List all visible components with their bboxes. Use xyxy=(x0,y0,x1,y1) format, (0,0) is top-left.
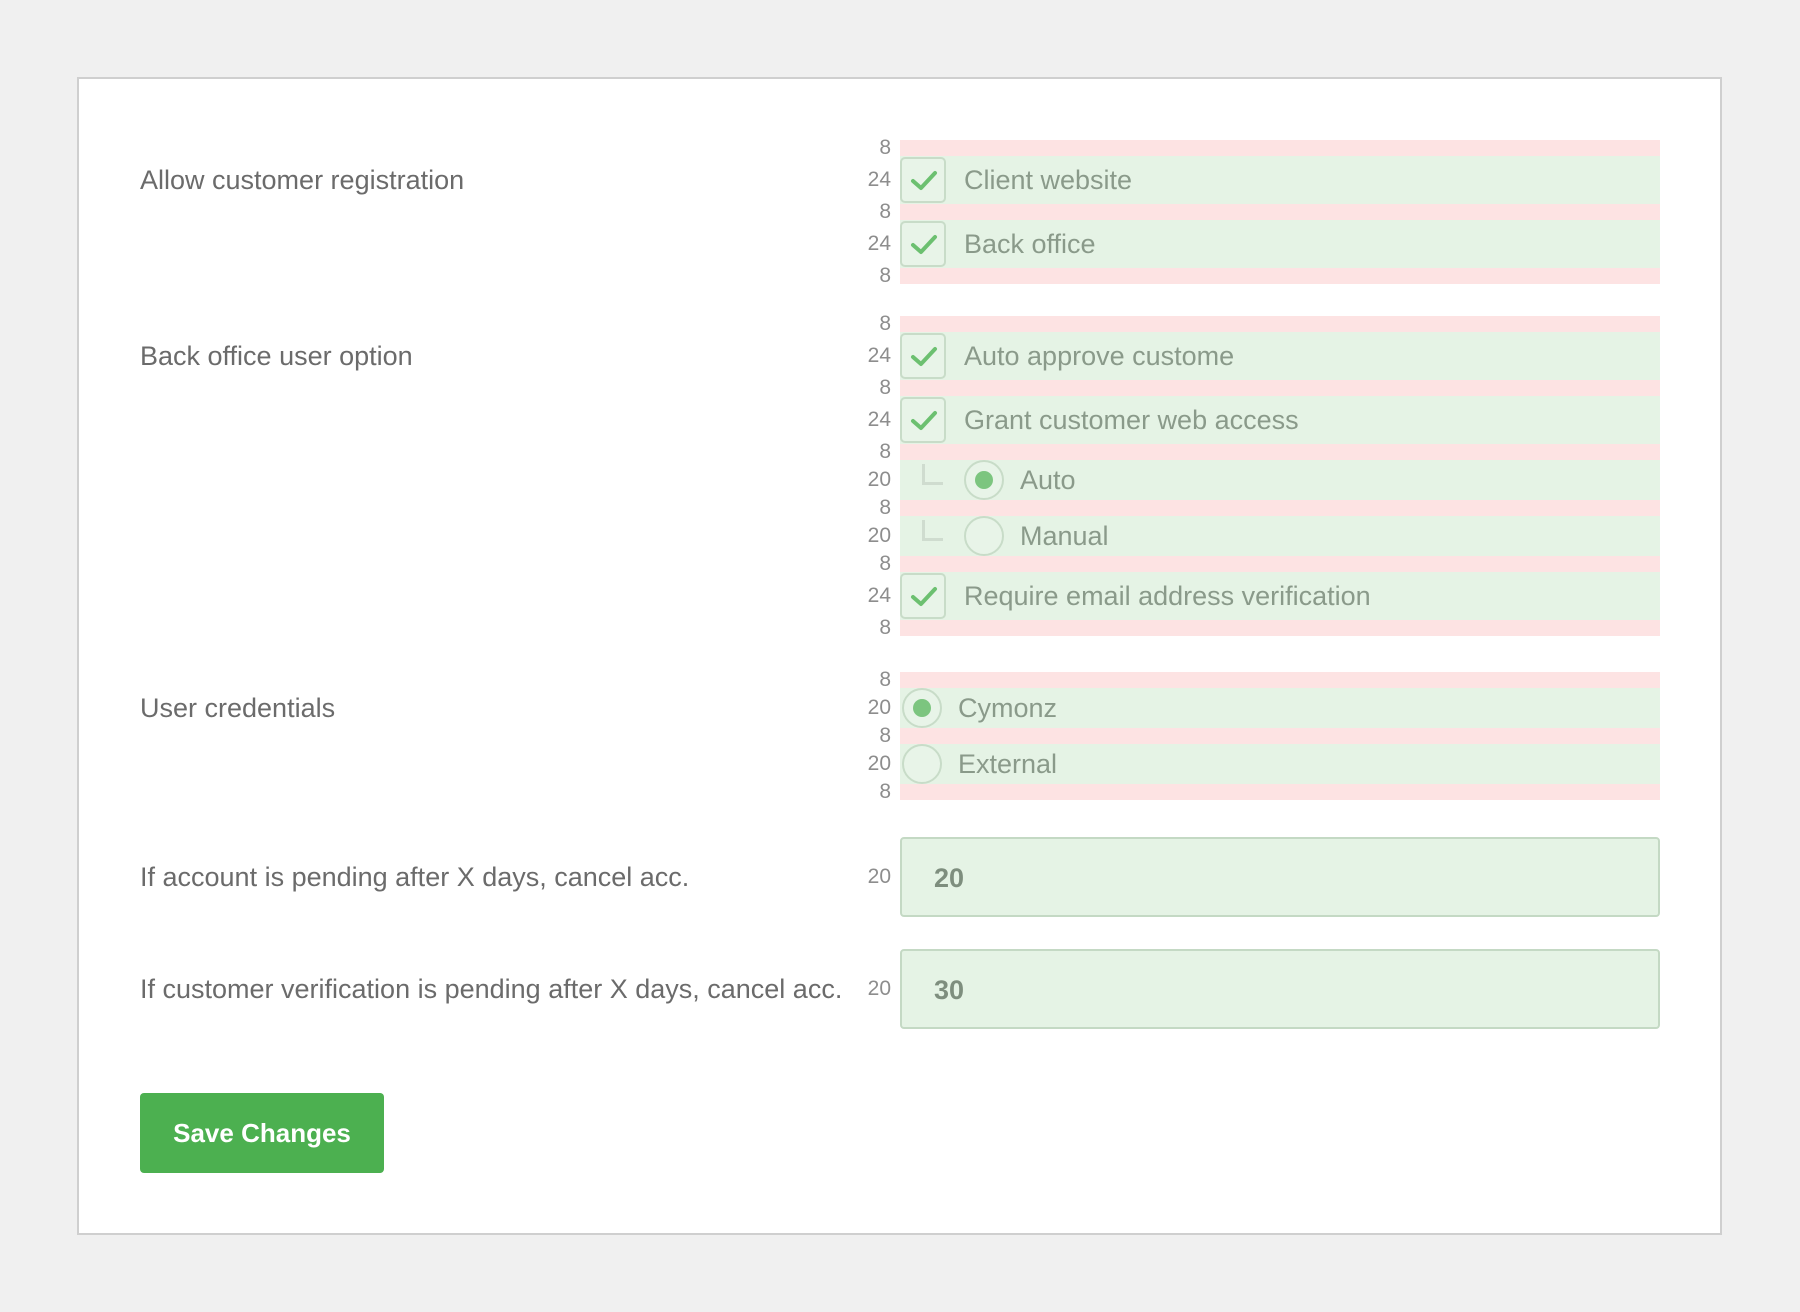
tree-branch-icon xyxy=(922,520,943,541)
checkmark-icon xyxy=(911,411,937,430)
spacing-value: 20 xyxy=(867,524,891,547)
back-office-option-label: Back office user option xyxy=(140,341,413,371)
spacing-value: 8 xyxy=(879,724,891,747)
cymonz-radio[interactable] xyxy=(902,688,942,728)
spacing-value: 8 xyxy=(879,376,891,399)
external-radio[interactable] xyxy=(902,744,942,784)
spacing-value: 8 xyxy=(879,200,891,223)
spacing-value: 24 xyxy=(867,584,891,607)
radio-selected-dot xyxy=(975,471,993,489)
pending-verification-label: If customer verification is pending afte… xyxy=(140,974,843,1004)
grant-web-access-label: Grant customer web access xyxy=(964,405,1299,435)
option-band xyxy=(900,516,1660,556)
spacing-value: 8 xyxy=(879,668,891,691)
spacing-value: 8 xyxy=(879,440,891,463)
spacing-value: 20 xyxy=(867,468,891,491)
manual-radio[interactable] xyxy=(964,516,1004,556)
pending-verification-input[interactable] xyxy=(932,969,1536,1011)
checkmark-icon xyxy=(911,587,937,606)
require-email-checkbox[interactable] xyxy=(900,573,946,619)
spacing-band xyxy=(900,728,1660,744)
spacing-band xyxy=(900,316,1660,332)
cymonz-label: Cymonz xyxy=(958,693,1058,723)
spacing-value: 24 xyxy=(867,408,891,431)
spacing-value: 8 xyxy=(879,496,891,519)
spacing-band xyxy=(900,620,1660,636)
spacing-band xyxy=(900,204,1660,220)
spacing-value: 8 xyxy=(879,780,891,803)
spacing-band xyxy=(900,268,1660,284)
save-changes-button[interactable]: Save Changes xyxy=(140,1093,384,1173)
spacing-value: 20 xyxy=(867,977,891,1000)
spacing-band xyxy=(900,380,1660,396)
auto-label: Auto xyxy=(1020,465,1076,495)
spacing-value: 8 xyxy=(879,552,891,575)
pending-account-label: If account is pending after X days, canc… xyxy=(140,862,690,892)
spacing-value: 8 xyxy=(879,616,891,639)
spacing-band xyxy=(900,444,1660,460)
client-website-label: Client website xyxy=(964,165,1133,195)
back-office-checkbox[interactable] xyxy=(900,221,946,267)
checkmark-icon xyxy=(911,347,937,366)
spacing-band xyxy=(900,500,1660,516)
spacing-band xyxy=(900,556,1660,572)
spacing-value: 24 xyxy=(867,232,891,255)
grant-web-access-checkbox[interactable] xyxy=(900,397,946,443)
user-credentials-label: User credentials xyxy=(140,693,336,723)
pending-verification-field xyxy=(900,949,1660,1029)
checkmark-icon xyxy=(911,235,937,254)
auto-approve-checkbox[interactable] xyxy=(900,333,946,379)
spacing-value: 8 xyxy=(879,312,891,335)
option-band xyxy=(900,460,1660,500)
spacing-value: 24 xyxy=(867,168,891,191)
spacing-band xyxy=(900,140,1660,156)
back-office-label: Back office xyxy=(964,229,1096,259)
tree-branch-icon xyxy=(922,464,943,485)
radio-selected-dot xyxy=(913,699,931,717)
spacing-value: 20 xyxy=(867,752,891,775)
auto-approve-label: Auto approve custome xyxy=(964,341,1235,371)
registration-label: Allow customer registration xyxy=(140,165,465,195)
require-email-label: Require email address verification xyxy=(964,581,1371,611)
spacing-value: 8 xyxy=(879,136,891,159)
auto-radio[interactable] xyxy=(964,460,1004,500)
spacing-value: 24 xyxy=(867,344,891,367)
pending-account-input[interactable] xyxy=(932,857,1536,899)
spacing-value: 20 xyxy=(867,696,891,719)
spacing-value: 20 xyxy=(867,865,891,888)
spacing-band xyxy=(900,672,1660,688)
checkmark-icon xyxy=(911,171,937,190)
spacing-value: 8 xyxy=(879,264,891,287)
client-website-checkbox[interactable] xyxy=(900,157,946,203)
manual-label: Manual xyxy=(1020,521,1109,551)
external-label: External xyxy=(958,749,1058,779)
spacing-band xyxy=(900,784,1660,800)
pending-account-field xyxy=(900,837,1660,917)
